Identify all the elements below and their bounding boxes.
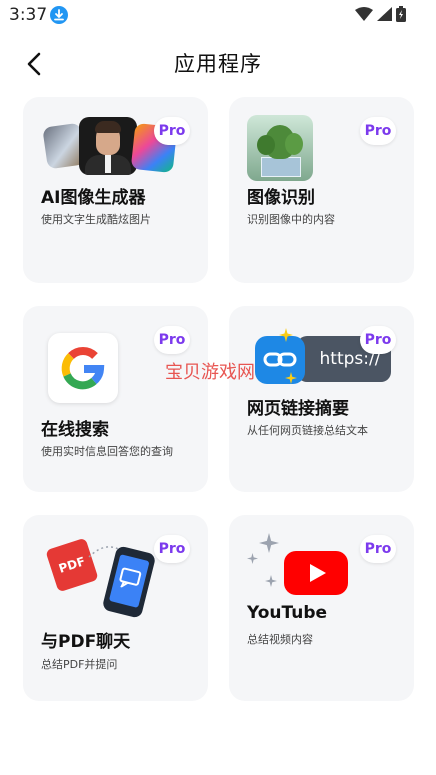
card-title: 网页链接摘要 — [247, 399, 349, 419]
card-description: 总结视频内容 — [247, 633, 313, 646]
wifi-icon — [355, 7, 373, 21]
card-description: 总结PDF并提问 — [41, 658, 118, 671]
page-title: 应用程序 — [174, 52, 262, 76]
card-description: 使用实时信息回答您的查询 — [41, 445, 173, 458]
pdf-label: PDF — [57, 554, 87, 576]
link-icon — [255, 336, 305, 384]
signal-icon — [377, 7, 392, 21]
pro-badge: Pro — [154, 535, 190, 563]
card-description: 使用文字生成酷炫图片 — [41, 213, 151, 226]
card-title: AI图像生成器 — [41, 188, 146, 208]
app-card-ai-image-generator[interactable]: Pro AI图像生成器 使用文字生成酷炫图片 — [23, 97, 208, 283]
plant-image — [247, 115, 313, 181]
battery-icon — [396, 6, 406, 22]
pro-badge: Pro — [360, 117, 396, 145]
app-card-youtube[interactable]: Pro YouTube 总结视频内容 — [229, 515, 414, 701]
status-time: 3:37 — [9, 5, 48, 25]
card-title: 与PDF聊天 — [41, 632, 131, 652]
sparkle-icon — [259, 533, 279, 553]
card-title: 在线搜索 — [41, 420, 109, 440]
sparkle-icon — [285, 372, 297, 384]
card-description: 识别图像中的内容 — [247, 213, 335, 226]
app-card-image-recognition[interactable]: Pro 图像识别 识别图像中的内容 — [229, 97, 414, 283]
app-card-chat-with-pdf[interactable]: PDF Pro 与PDF聊天 总结PDF并提问 — [23, 515, 208, 701]
pro-badge: Pro — [360, 326, 396, 354]
status-icons — [355, 6, 406, 22]
card-title: 图像识别 — [247, 188, 315, 208]
pro-badge: Pro — [154, 117, 190, 145]
pro-badge: Pro — [360, 535, 396, 563]
sparkle-icon — [247, 553, 258, 564]
app-card-online-search[interactable]: Pro 在线搜索 使用实时信息回答您的查询 — [23, 306, 208, 492]
sparkle-icon — [265, 575, 277, 587]
card-description: 从任何网页链接总结文本 — [247, 424, 368, 437]
google-icon — [48, 333, 118, 403]
pro-badge: Pro — [154, 326, 190, 354]
card-title: YouTube — [247, 603, 328, 623]
sparkle-icon — [279, 328, 293, 342]
youtube-icon — [284, 551, 348, 595]
portrait-image — [79, 117, 137, 175]
app-card-web-link-summary[interactable]: https:// Pro 网页链接摘要 从任何网页链接总结文本 — [229, 306, 414, 492]
status-bar: 3:37 — [0, 0, 436, 30]
download-icon — [50, 6, 68, 24]
